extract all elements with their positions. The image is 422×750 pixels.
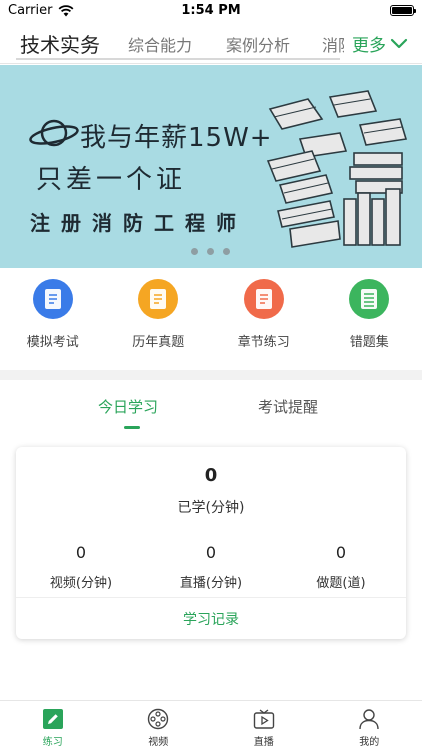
- stat-video: 0 视频(分钟): [16, 543, 146, 591]
- planet-icon: [29, 119, 79, 147]
- nav-video[interactable]: 视频: [106, 701, 212, 750]
- stat-questions: 0 做题(道): [276, 543, 406, 591]
- banner-pagination: [191, 248, 230, 255]
- nav-live[interactable]: 直播: [211, 701, 317, 750]
- stat-value: 0: [205, 543, 217, 562]
- banner-subheadline: 只差一个证: [36, 165, 187, 195]
- action-label: 章节练习: [237, 335, 290, 350]
- pencil-icon: [42, 709, 63, 729]
- tab-today-study[interactable]: 今日学习: [98, 396, 158, 417]
- battery-icon: [390, 5, 416, 16]
- status-time: 1:54 PM: [181, 3, 241, 18]
- tv-play-icon: [253, 709, 274, 729]
- document-icon: [138, 279, 179, 319]
- tab-comprehensive-ability[interactable]: 综合能力: [128, 32, 192, 56]
- tab-technical-practice[interactable]: 技术实务: [20, 29, 100, 58]
- action-label: 历年真题: [132, 335, 185, 350]
- chevron-down-icon: [390, 38, 408, 48]
- nav-label: 练习: [42, 737, 63, 748]
- pagination-dot[interactable]: [223, 248, 230, 255]
- stat-live: 0 直播(分钟): [146, 543, 276, 591]
- section-divider: [0, 370, 422, 380]
- tab-underline: [16, 58, 340, 60]
- mock-exam-button[interactable]: 模拟考试: [0, 268, 106, 370]
- stat-label: 直播(分钟): [179, 576, 243, 591]
- nav-mine[interactable]: 我的: [317, 701, 422, 750]
- promo-banner[interactable]: 我与年薪15W+ 只差一个证 注册消防工程师: [0, 65, 422, 268]
- wrong-questions-button[interactable]: 错题集: [317, 268, 422, 370]
- books-illustration: [266, 90, 408, 248]
- active-tab-indicator: [124, 426, 140, 429]
- nav-label: 视频: [148, 737, 169, 748]
- today-study-card: 0 已学(分钟) 0 视频(分钟) 0 直播(分钟) 0 做题(道) 学习记录: [16, 447, 406, 639]
- status-bar: Carrier 1:54 PM: [0, 0, 422, 22]
- study-stats: 0 视频(分钟) 0 直播(分钟) 0 做题(道): [16, 543, 406, 591]
- banner-headline: 我与年薪15W+: [80, 123, 273, 153]
- nav-practice[interactable]: 练习: [0, 701, 106, 750]
- quick-actions: 模拟考试 历年真题 章节练习 错题集: [0, 268, 422, 370]
- study-record-link[interactable]: 学习记录: [16, 609, 406, 629]
- learned-minutes-value: 0: [204, 465, 218, 486]
- stat-value: 0: [335, 543, 347, 562]
- user-icon: [359, 709, 379, 730]
- stat-label: 做题(道): [316, 576, 366, 591]
- pagination-dot[interactable]: [191, 248, 198, 255]
- action-label: 模拟考试: [26, 335, 79, 350]
- past-exams-button[interactable]: 历年真题: [106, 268, 212, 370]
- subject-tab-bar: 技术实务 综合能力 案例分析 消防 更多: [0, 24, 422, 64]
- tab-fire-protection[interactable]: 消防: [322, 32, 344, 56]
- action-label: 错题集: [349, 335, 389, 350]
- banner-title: 注册消防工程师: [30, 211, 247, 235]
- document-icon: [243, 279, 284, 319]
- study-tab-bar: 今日学习 考试提醒: [0, 380, 422, 432]
- document-icon: [32, 279, 73, 319]
- learned-minutes-label: 已学(分钟): [177, 500, 245, 516]
- nav-label: 我的: [359, 737, 380, 748]
- chapter-practice-button[interactable]: 章节练习: [211, 268, 317, 370]
- list-icon: [349, 279, 390, 319]
- tab-case-analysis[interactable]: 案例分析: [226, 32, 290, 56]
- stat-label: 视频(分钟): [49, 576, 113, 591]
- bottom-nav: 练习 视频 直播 我的: [0, 700, 422, 750]
- film-reel-icon: [148, 708, 169, 730]
- tab-exam-reminder[interactable]: 考试提醒: [258, 396, 318, 417]
- stat-value: 0: [75, 543, 87, 562]
- pagination-dot[interactable]: [207, 248, 214, 255]
- more-button[interactable]: 更多: [352, 31, 408, 56]
- card-divider: [16, 597, 406, 598]
- more-label: 更多: [352, 36, 386, 56]
- nav-label: 直播: [253, 737, 274, 748]
